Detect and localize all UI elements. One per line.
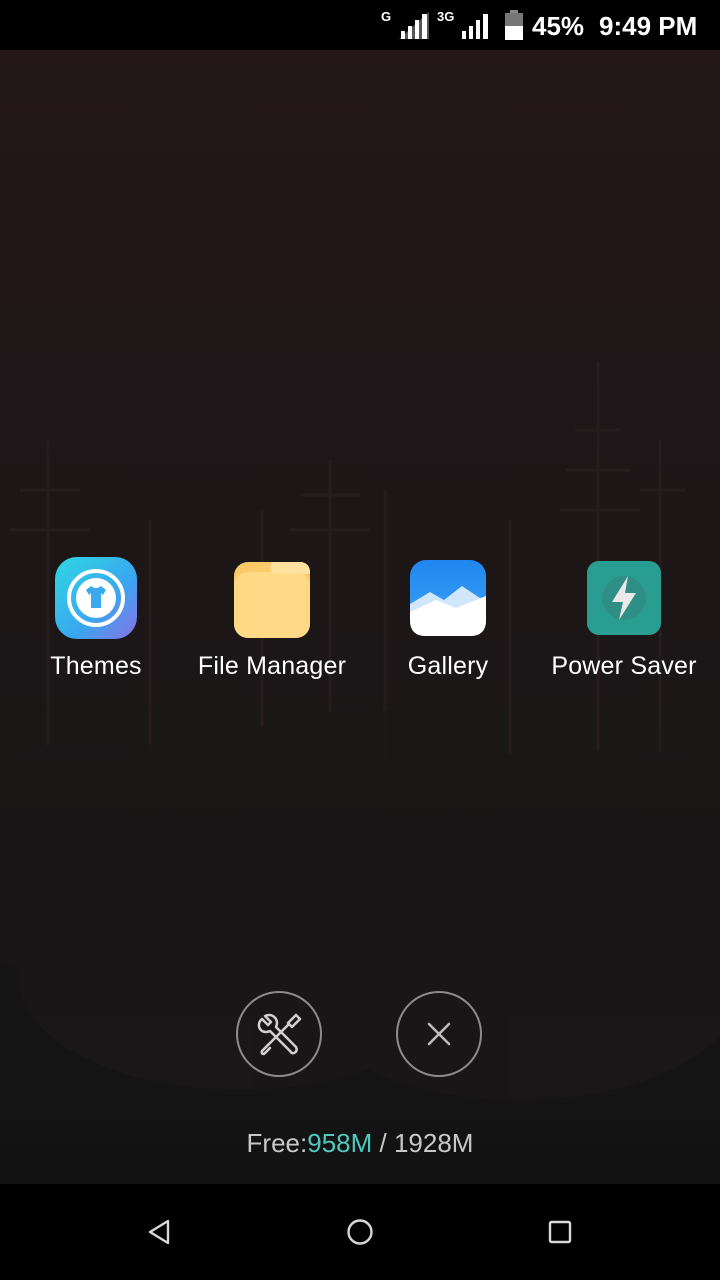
power-saver-icon xyxy=(582,556,666,640)
memory-info: Free:958M / 1928M xyxy=(0,1128,720,1159)
tools-icon xyxy=(257,1013,302,1056)
close-all-button[interactable] xyxy=(396,991,482,1077)
memory-total-value: 1928M xyxy=(393,1128,474,1158)
network-type-2: 3G xyxy=(437,9,455,24)
app-file-manager[interactable]: File Manager xyxy=(184,556,360,696)
battery-icon xyxy=(505,10,523,40)
app-label-power-saver: Power Saver xyxy=(551,652,697,680)
tools-button[interactable] xyxy=(236,991,322,1077)
signal-icon xyxy=(462,14,488,39)
back-button[interactable] xyxy=(140,1212,180,1252)
signal-icon xyxy=(399,12,429,39)
battery-percent: 45% xyxy=(532,11,585,41)
back-icon xyxy=(148,1219,170,1245)
navigation-bar xyxy=(0,1184,720,1280)
memory-free-prefix: Free: xyxy=(246,1128,308,1158)
memory-free-value: 958M xyxy=(307,1128,373,1158)
close-icon xyxy=(427,1022,451,1046)
app-label-gallery: Gallery xyxy=(407,652,489,680)
app-themes[interactable]: Themes xyxy=(8,556,184,696)
recents-button[interactable] xyxy=(540,1212,580,1252)
home-button[interactable] xyxy=(340,1212,380,1252)
status-bar: G 3G 45% 9:49 PM xyxy=(0,0,720,50)
folder-icon xyxy=(230,556,314,640)
memory-separator: / xyxy=(372,1128,394,1158)
network-type-1: G xyxy=(381,9,392,24)
clock: 9:49 PM xyxy=(599,11,698,41)
recents-icon xyxy=(548,1220,572,1244)
gallery-icon xyxy=(406,556,490,640)
app-label-file-manager: File Manager xyxy=(197,652,347,680)
app-label-themes: Themes xyxy=(50,652,142,680)
themes-icon xyxy=(54,556,138,640)
home-icon xyxy=(347,1219,373,1245)
app-gallery[interactable]: Gallery xyxy=(360,556,536,696)
app-power-saver[interactable]: Power Saver xyxy=(536,556,712,696)
